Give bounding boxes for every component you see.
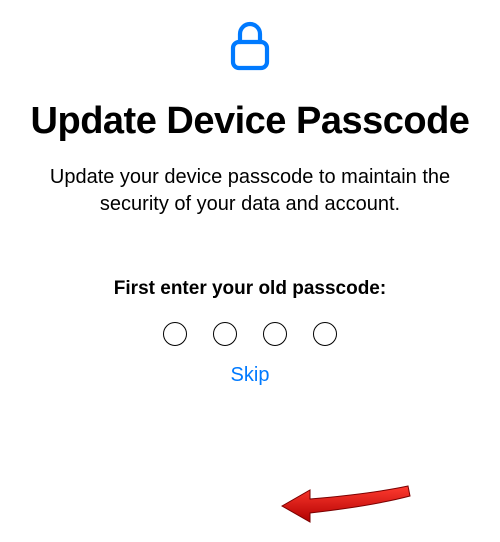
page-title: Update Device Passcode	[11, 100, 490, 144]
arrow-annotation-icon	[280, 484, 420, 534]
passcode-dot	[313, 322, 337, 346]
passcode-dot	[213, 322, 237, 346]
page-subtitle: Update your device passcode to maintain …	[0, 164, 500, 218]
passcode-prompt: First enter your old passcode:	[114, 278, 386, 300]
passcode-dot	[263, 322, 287, 346]
passcode-input[interactable]	[163, 322, 337, 346]
skip-button[interactable]: Skip	[231, 364, 270, 387]
lock-icon	[229, 20, 271, 72]
passcode-dot	[163, 322, 187, 346]
